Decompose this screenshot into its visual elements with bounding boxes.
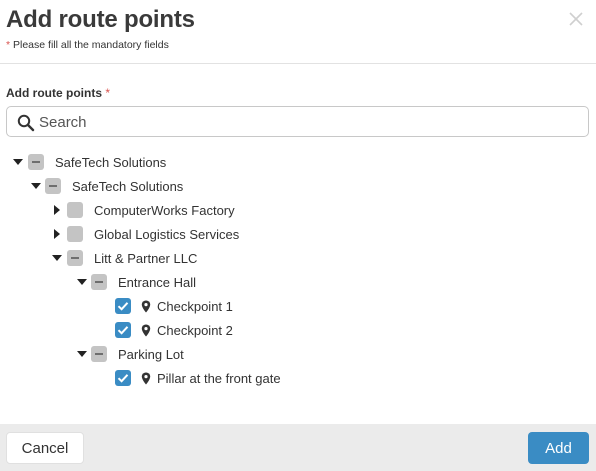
- dialog-title: Add route points: [6, 6, 195, 33]
- tree-node-label: Global Logistics Services: [94, 227, 240, 242]
- checkmark-icon: [117, 374, 129, 383]
- required-star: *: [105, 86, 111, 100]
- tree-group-row[interactable]: Global Logistics Services: [0, 222, 596, 246]
- checkmark-icon: [117, 326, 129, 335]
- tree-checkbox[interactable]: [91, 274, 107, 290]
- tree-node-label: ComputerWorks Factory: [94, 203, 235, 218]
- dialog-header: Add route points * Please fill all the m…: [0, 0, 596, 64]
- cancel-button[interactable]: Cancel: [6, 432, 84, 464]
- caret-down-icon[interactable]: [30, 180, 42, 192]
- tree-group-row[interactable]: SafeTech Solutions: [0, 150, 596, 174]
- tree-checkbox[interactable]: [45, 178, 61, 194]
- tree-group-row[interactable]: SafeTech Solutions: [0, 174, 596, 198]
- tree-point-row[interactable]: Checkpoint 2: [0, 318, 596, 342]
- map-pin-icon: [141, 372, 151, 385]
- tree-node-label: SafeTech Solutions: [55, 155, 167, 170]
- mandatory-text: Please fill all the mandatory fields: [10, 39, 169, 51]
- close-icon: [569, 12, 583, 26]
- tree-node-label: SafeTech Solutions: [72, 179, 184, 194]
- caret-down-icon[interactable]: [76, 348, 88, 360]
- caret-down-icon[interactable]: [76, 276, 88, 288]
- tree-group-row[interactable]: Entrance Hall: [0, 270, 596, 294]
- tree-node-label: Checkpoint 2: [157, 323, 233, 338]
- mandatory-note: * Please fill all the mandatory fields: [6, 39, 169, 51]
- dialog-footer: Cancel Add: [0, 424, 596, 471]
- tree-node-label: Litt & Partner LLC: [94, 251, 198, 266]
- map-pin-icon: [141, 324, 151, 337]
- route-points-label: Add route points *: [6, 86, 110, 100]
- tree-group-row[interactable]: Litt & Partner LLC: [0, 246, 596, 270]
- map-pin-icon: [141, 300, 151, 313]
- caret-right-icon[interactable]: [51, 228, 63, 240]
- tree-node-label: Entrance Hall: [118, 275, 197, 290]
- tree-node-label: Checkpoint 1: [157, 299, 233, 314]
- tree-checkbox[interactable]: [115, 322, 131, 338]
- search-input[interactable]: [39, 111, 579, 133]
- tree-checkbox[interactable]: [115, 298, 131, 314]
- tree-checkbox[interactable]: [67, 250, 83, 266]
- caret-down-icon[interactable]: [51, 252, 63, 264]
- tree-node-label: Pillar at the front gate: [157, 371, 281, 386]
- tree-point-row[interactable]: Checkpoint 1: [0, 294, 596, 318]
- tree-group-row[interactable]: Parking Lot: [0, 342, 596, 366]
- search-box[interactable]: [6, 106, 589, 137]
- tree-checkbox[interactable]: [115, 370, 131, 386]
- tree-group-row[interactable]: ComputerWorks Factory: [0, 198, 596, 222]
- caret-down-icon[interactable]: [12, 156, 24, 168]
- add-button[interactable]: Add: [528, 432, 589, 464]
- caret-right-icon[interactable]: [51, 204, 63, 216]
- add-route-points-dialog: Add route points * Please fill all the m…: [0, 0, 596, 471]
- search-icon: [17, 114, 35, 132]
- tree-point-row[interactable]: Pillar at the front gate: [0, 366, 596, 390]
- route-points-label-text: Add route points: [6, 86, 102, 100]
- checkmark-icon: [117, 302, 129, 311]
- tree-node-label: Parking Lot: [118, 347, 184, 362]
- tree-checkbox[interactable]: [91, 346, 107, 362]
- tree-checkbox[interactable]: [67, 202, 83, 218]
- tree-checkbox[interactable]: [28, 154, 44, 170]
- tree-checkbox[interactable]: [67, 226, 83, 242]
- close-button[interactable]: [566, 9, 586, 29]
